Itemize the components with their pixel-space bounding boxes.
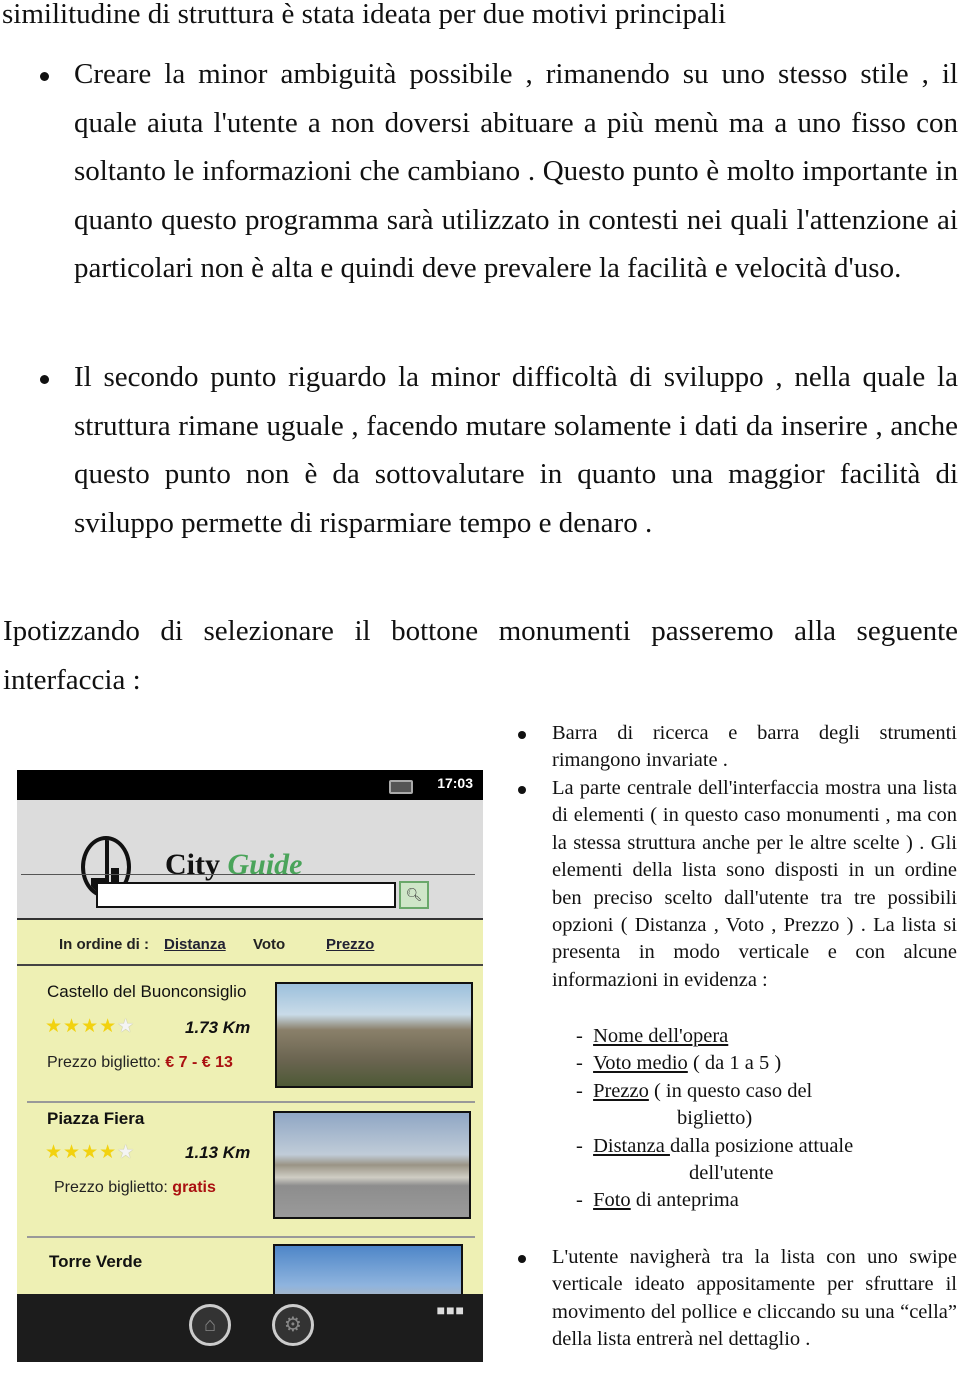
right-bullet-text: L'utente navigherà tra la lista con uno …: [552, 1246, 957, 1351]
sub-item-name: - Nome dell'opera: [576, 1025, 729, 1047]
item-photo: [275, 982, 473, 1088]
app-title: City Guide: [165, 848, 303, 881]
search-button[interactable]: 🔍︎: [399, 881, 429, 909]
intro-line: similitudine di struttura è stata ideata…: [2, 0, 727, 30]
item-name: Torre Verde: [49, 1252, 143, 1271]
status-bar: 17:03: [17, 770, 483, 800]
bullet-dot: [518, 786, 526, 794]
item-distance: 1.73 Km: [185, 1018, 251, 1037]
home-button[interactable]: ⌂: [189, 1304, 231, 1346]
bottom-nav: ⌂ ⚙ ■■■: [17, 1294, 483, 1362]
sub-item-rating: - Voto medio ( da 1 a 5 ): [576, 1052, 782, 1074]
bullet-dot: [40, 375, 49, 384]
list-item[interactable]: Torre Verde: [17, 1240, 483, 1314]
list-item[interactable]: Piazza Fiera ★★★★★ 1.13 Km Prezzo biglie…: [17, 1105, 483, 1235]
bullet-dot: [518, 731, 526, 739]
item-price: Prezzo biglietto: € 7 - € 13: [47, 1054, 233, 1071]
list-item[interactable]: Castello del Buonconsiglio ★★★★★ 1.73 Km…: [17, 970, 483, 1095]
home-icon: ⌂: [203, 1314, 217, 1336]
sort-voto[interactable]: Voto: [253, 936, 285, 953]
rating-stars: ★★★★★: [45, 1142, 136, 1163]
transition-paragraph: Ipotizzando di selezionare il bottone mo…: [3, 615, 958, 696]
settings-icon: ⚙: [284, 1314, 302, 1336]
search-icon: 🔍︎: [405, 887, 423, 902]
clock: 17:03: [437, 775, 473, 791]
sub-item-price-cont: biglietto): [677, 1107, 753, 1129]
bullet-paragraph: Il secondo punto riguardo la minor diffi…: [74, 361, 958, 539]
phone-screenshot: 17:03 City Guide 🔍︎ In ordine di : Dista…: [17, 770, 483, 1362]
sort-bar: In ordine di : Distanza Voto Prezzo: [17, 928, 483, 966]
divider: [27, 1101, 475, 1103]
sub-item-distance-cont: dell'utente: [689, 1162, 774, 1184]
sort-label: In ordine di :: [59, 936, 149, 953]
sub-item-distance: - Distanza dalla posizione attuale: [576, 1135, 854, 1157]
item-distance: 1.13 Km: [185, 1143, 251, 1162]
item-name: Piazza Fiera: [47, 1109, 145, 1128]
more-dots-icon[interactable]: ■■■: [437, 1302, 465, 1318]
bullet-dot: [518, 1255, 526, 1263]
item-name: Castello del Buonconsiglio: [47, 982, 247, 1001]
bullet-dot: [40, 72, 49, 81]
bullet-paragraph: Creare la minor ambiguità possibile , ri…: [74, 58, 958, 284]
item-photo: [273, 1111, 471, 1219]
settings-button[interactable]: ⚙: [272, 1304, 314, 1346]
right-bullet-text: La parte centrale dell'interfaccia mostr…: [552, 777, 957, 991]
divider: [21, 874, 475, 875]
sub-item-price: - Prezzo ( in questo caso del: [576, 1080, 813, 1102]
right-bullet-text: Barra di ricerca e barra degli strumenti…: [552, 722, 957, 772]
item-price: Prezzo biglietto: gratis: [54, 1179, 216, 1196]
rating-stars: ★★★★★: [45, 1016, 136, 1037]
divider: [27, 1236, 475, 1238]
search-input[interactable]: [96, 882, 396, 908]
app-header: City Guide 🔍︎: [17, 800, 483, 920]
sub-item-photo: - Foto di anteprima: [576, 1189, 739, 1211]
sort-distanza[interactable]: Distanza: [164, 936, 226, 953]
sort-prezzo[interactable]: Prezzo: [326, 936, 374, 953]
battery-icon: [389, 780, 413, 794]
